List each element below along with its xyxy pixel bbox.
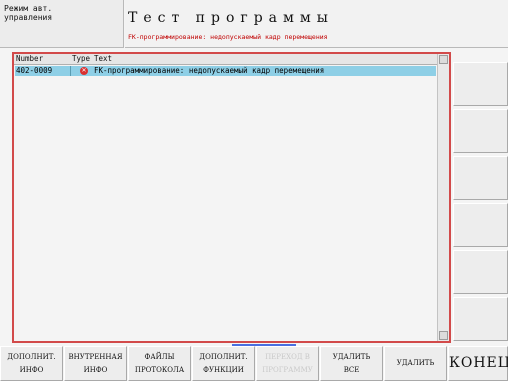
softkey-more-functions[interactable]: ДОПОЛНИТ. ФУНКЦИИ — [192, 346, 255, 381]
softkey-label-line1: ДОПОЛНИТ. — [199, 352, 248, 361]
softkey-label-line1: УДАЛИТЬ — [332, 352, 371, 361]
softkey-end[interactable]: КОНЕЦ — [448, 346, 508, 381]
vertical-softkey-bar — [453, 62, 508, 344]
scroll-down-button[interactable] — [439, 331, 448, 340]
column-header-type: Type — [72, 54, 91, 63]
softkey-label-line1: ВНУТРЕННАЯ — [68, 352, 123, 361]
softkey-label-line1: ПЕРЕХОД В — [265, 352, 310, 361]
error-text: FK-программирование: недопускаемый кадр … — [94, 66, 325, 75]
softkey-delete[interactable]: УДАЛИТЬ — [384, 346, 447, 381]
error-icon: ✕ — [80, 67, 88, 75]
operating-mode-label: Режим авт. управления — [0, 0, 124, 48]
softkey-more-info[interactable]: ДОПОЛНИТ. ИНФО — [0, 346, 63, 381]
softkey-label-line1: КОНЕЦ — [449, 355, 508, 371]
column-header-text: Text — [94, 54, 113, 63]
softkey-delete-all[interactable]: УДАЛИТЬ ВСЕ — [320, 346, 383, 381]
softkey-label-line1: ФАЙЛЫ — [144, 352, 175, 361]
softkey-label-line1: УДАЛИТЬ — [396, 359, 435, 367]
error-list-panel: Number Type Text 402-0009 ✕ FK-программи… — [12, 52, 451, 343]
horizontal-softkey-bar: ДОПОЛНИТ. ИНФО ВНУТРЕННАЯ ИНФО ФАЙЛЫ ПРО… — [0, 346, 508, 381]
softkey-label-line2: ПРОГРАММУ — [262, 365, 313, 374]
header-panel: Тест программы FK-программирование: недо… — [125, 0, 508, 48]
column-separator — [70, 66, 71, 76]
softkey-label-line2: ВСЕ — [343, 365, 360, 374]
table-header: Number Type Text — [14, 54, 437, 65]
scroll-up-button[interactable] — [439, 55, 448, 64]
page-title: Тест программы — [128, 10, 334, 26]
header-error-message: FK-программирование: недопускаемый кадр … — [128, 33, 328, 41]
vertical-softkey-1[interactable] — [453, 62, 508, 106]
softkey-label-line2: ИНФО — [83, 365, 108, 374]
softkey-label-line2: ИНФО — [19, 365, 44, 374]
vertical-softkey-4[interactable] — [453, 203, 508, 247]
softkey-internal-info[interactable]: ВНУТРЕННАЯ ИНФО — [64, 346, 127, 381]
vertical-softkey-2[interactable] — [453, 109, 508, 153]
softkey-go-to-program[interactable]: ПЕРЕХОД В ПРОГРАММУ — [256, 346, 319, 381]
vertical-softkey-5[interactable] — [453, 250, 508, 294]
vertical-softkey-3[interactable] — [453, 156, 508, 200]
softkey-label-line1: ДОПОЛНИТ. — [7, 352, 56, 361]
error-number: 402-0009 — [16, 66, 53, 75]
softkey-log-files[interactable]: ФАЙЛЫ ПРОТОКОЛА — [128, 346, 191, 381]
vertical-scrollbar[interactable] — [437, 54, 449, 341]
table-row[interactable]: 402-0009 ✕ FK-программирование: недопуск… — [15, 66, 436, 76]
column-header-number: Number — [16, 54, 44, 63]
softkey-label-line2: ФУНКЦИИ — [203, 365, 244, 374]
vertical-softkey-6[interactable] — [453, 297, 508, 341]
softkey-label-line2: ПРОТОКОЛА — [134, 365, 185, 374]
